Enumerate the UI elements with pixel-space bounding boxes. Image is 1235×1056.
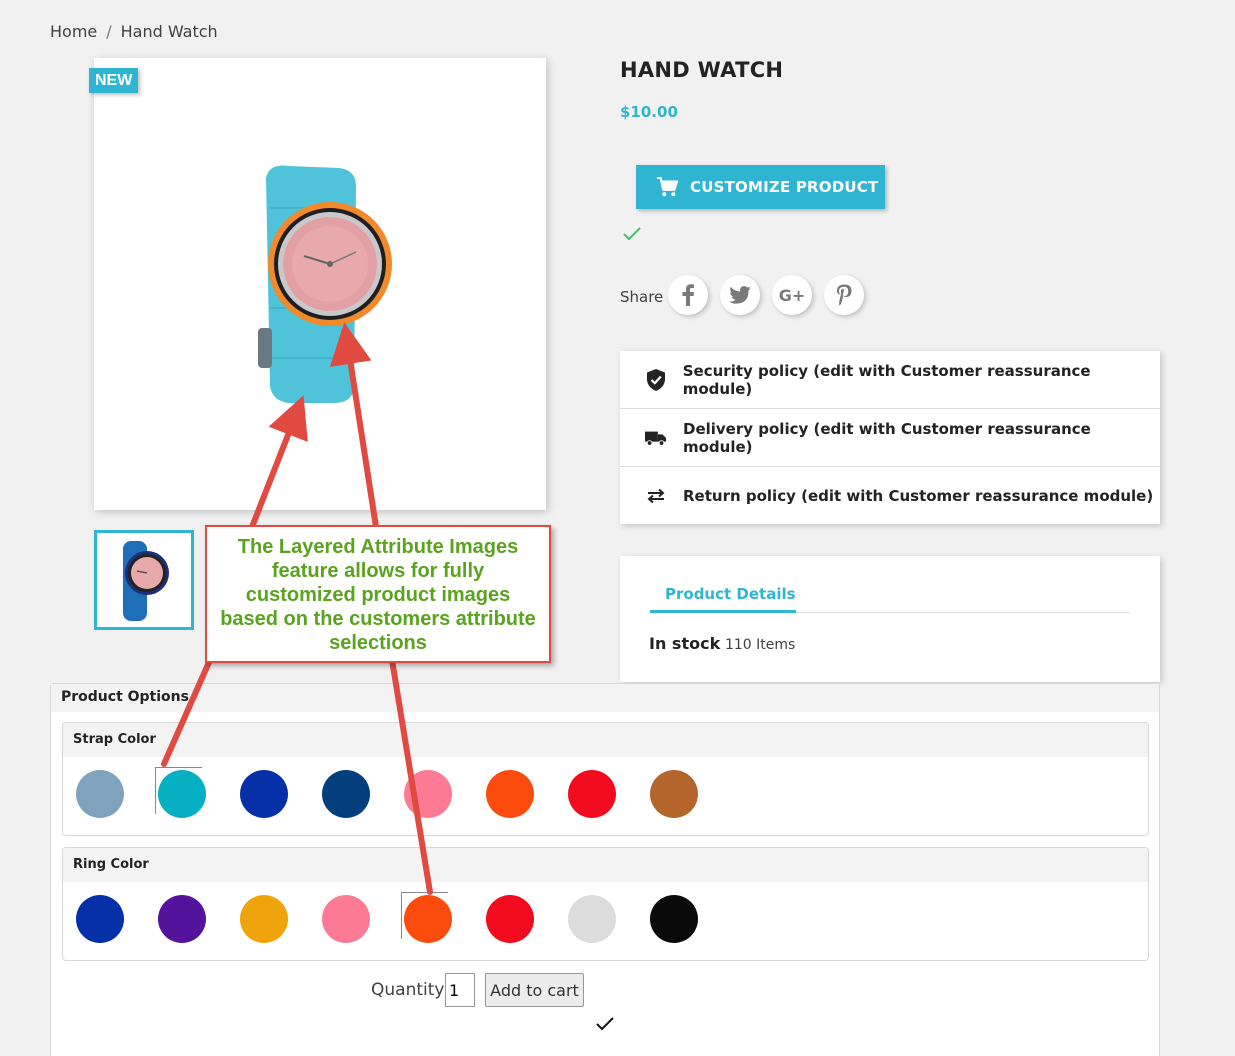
share-label: Share (620, 288, 664, 306)
ring-color-swatch[interactable] (568, 895, 616, 943)
ring-color-swatch[interactable] (158, 895, 206, 943)
truck-icon (645, 431, 667, 446)
reassurance-delivery-text: Delivery policy (edit with Customer reas… (683, 419, 1091, 456)
new-badge: NEW (89, 68, 139, 93)
ring-color-swatch[interactable] (401, 892, 452, 943)
strap-color-label: Strap Color (63, 723, 1148, 757)
twitter-icon (729, 286, 751, 304)
cart-icon (657, 177, 678, 197)
strap-color-swatch[interactable] (155, 767, 206, 818)
ring-color-swatch[interactable] (76, 895, 124, 943)
stock-label: In stock (649, 634, 721, 653)
product-title: HAND WATCH (620, 58, 784, 82)
facebook-share-button[interactable] (668, 275, 708, 315)
strap-color-swatch[interactable] (650, 770, 698, 818)
strap-color-swatch[interactable] (76, 770, 124, 818)
reassurance-security-text: Security policy (edit with Customer reas… (682, 361, 1091, 398)
quantity-input[interactable] (445, 973, 475, 1007)
breadcrumb-home[interactable]: Home (50, 22, 97, 41)
breadcrumb: Home / Hand Watch (50, 22, 218, 41)
google-plus-icon: G+ (778, 285, 806, 305)
breadcrumb-current: Hand Watch (120, 22, 218, 41)
check-icon (623, 227, 641, 241)
strap-color-swatch[interactable] (322, 770, 370, 818)
product-main-image[interactable] (94, 58, 546, 510)
product-options-panel: Product Options Strap Color Ring Color (50, 683, 1160, 1056)
product-thumbnail[interactable] (94, 530, 194, 630)
ring-color-swatch[interactable] (240, 895, 288, 943)
reassurance-return-text: Return policy (edit with Customer reassu… (683, 487, 1154, 505)
product-options-title: Product Options (51, 684, 1159, 712)
ring-color-label: Ring Color (63, 848, 1148, 882)
twitter-share-button[interactable] (720, 275, 760, 315)
ring-color-group: Ring Color (62, 847, 1149, 961)
watch-image (258, 165, 392, 403)
stock-quantity: 110 Items (724, 637, 796, 653)
google-plus-share-button[interactable]: G+ (772, 275, 812, 315)
facebook-icon (682, 284, 694, 306)
tab-product-details[interactable]: Product Details (650, 585, 796, 613)
stock-info: In stock 110 Items (649, 634, 795, 653)
quantity-label: Quantity: (371, 980, 449, 1000)
watch-thumbnail-image (123, 541, 169, 621)
check-icon (596, 1017, 614, 1031)
swap-arrows-icon (647, 488, 665, 504)
strap-color-swatch[interactable] (404, 770, 452, 818)
strap-color-swatch[interactable] (568, 770, 616, 818)
customize-product-label: CUSTOMIZE PRODUCT (690, 178, 879, 196)
annotation-callout: The Layered Attribute Images feature all… (205, 525, 551, 663)
reassurance-delivery: Delivery policy (edit with Customer reas… (620, 409, 1160, 467)
customize-product-button[interactable]: CUSTOMIZE PRODUCT (636, 165, 885, 209)
reassurance-block: Security policy (edit with Customer reas… (620, 351, 1160, 524)
pinterest-icon (836, 284, 852, 306)
shield-check-icon (646, 368, 665, 391)
product-price: $10.00 (620, 103, 678, 121)
strap-color-swatch[interactable] (240, 770, 288, 818)
ring-color-swatch[interactable] (650, 895, 698, 943)
add-to-cart-button[interactable]: Add to cart (485, 973, 584, 1007)
ring-color-swatch[interactable] (486, 895, 534, 943)
strap-color-group: Strap Color (62, 722, 1149, 836)
pinterest-share-button[interactable] (824, 275, 864, 315)
reassurance-return: Return policy (edit with Customer reassu… (620, 467, 1160, 525)
strap-color-swatch[interactable] (486, 770, 534, 818)
ring-color-swatch[interactable] (322, 895, 370, 943)
breadcrumb-separator: / (106, 22, 112, 41)
product-details-panel: Product Details In stock 110 Items (620, 556, 1160, 682)
reassurance-security: Security policy (edit with Customer reas… (620, 351, 1160, 409)
